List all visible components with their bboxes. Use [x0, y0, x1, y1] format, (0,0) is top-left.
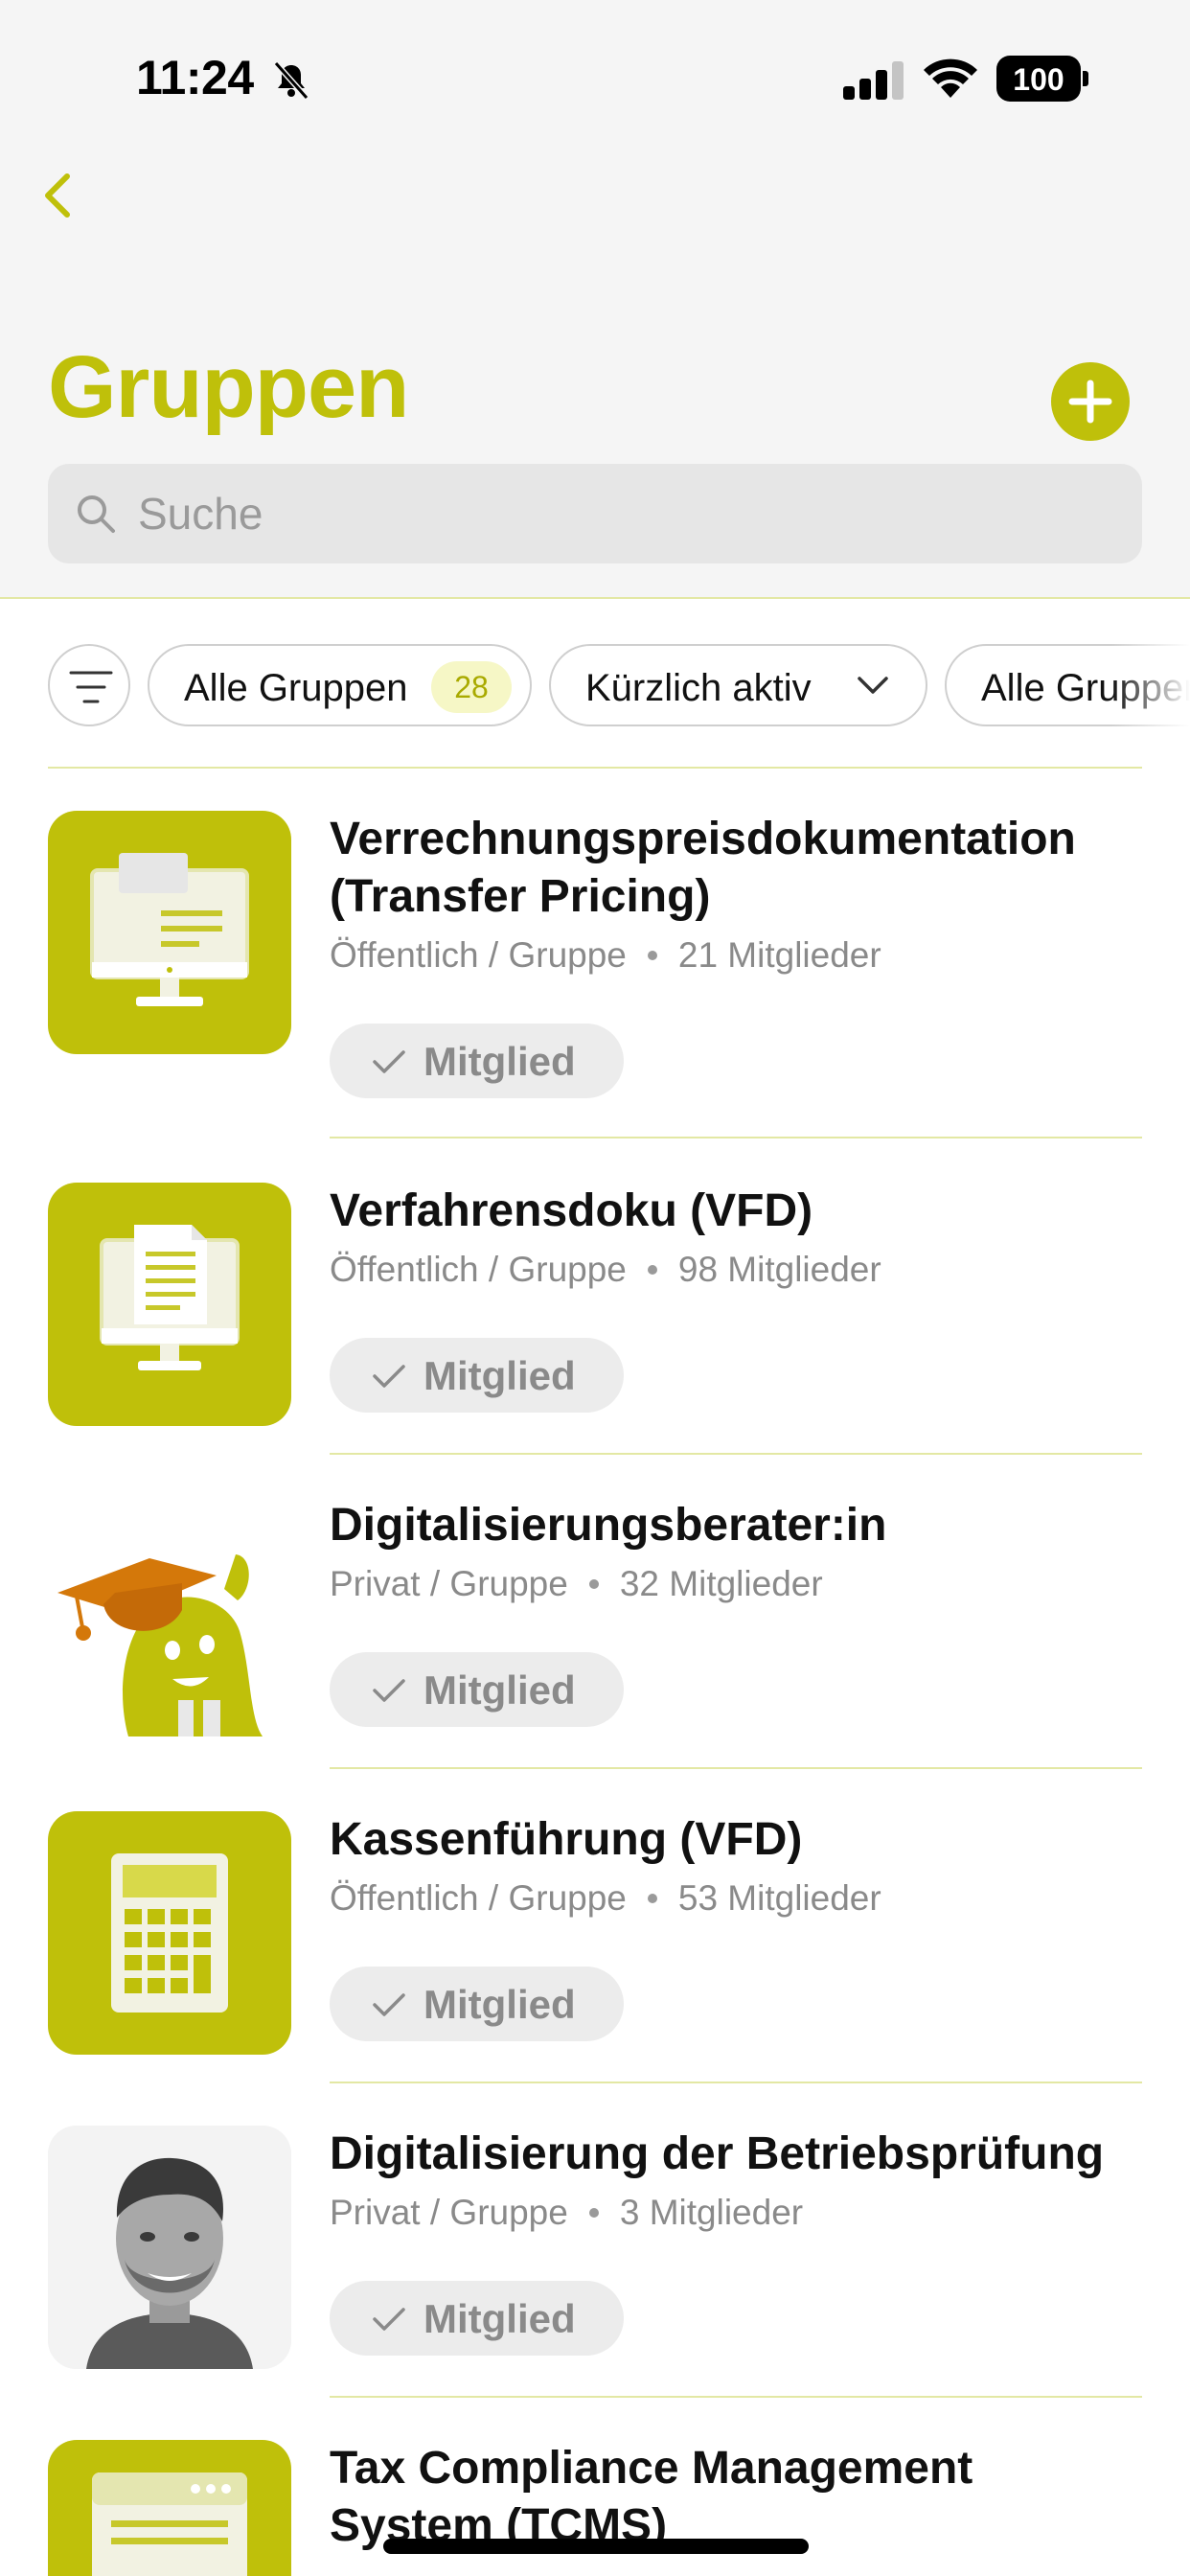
sort-dropdown[interactable]: Kürzlich aktiv — [549, 644, 927, 726]
calculator-icon — [111, 1853, 228, 2012]
group-meta: Öffentlich / Gruppe 53 Mitglieder — [330, 1878, 881, 1919]
filter-button[interactable] — [48, 644, 130, 726]
status-bar: 11:24 100 — [0, 0, 1190, 153]
divider — [330, 1137, 1142, 1138]
person-portrait — [48, 2126, 291, 2369]
add-group-button[interactable] — [1051, 362, 1130, 441]
browser-window-icon — [92, 2472, 247, 2576]
group-list-item[interactable]: Verrechnungspreisdokumentation (Transfer… — [0, 811, 1190, 1138]
filter-bar: Alle Gruppen 28 Kürzlich aktiv Alle Grup… — [0, 642, 1190, 728]
group-meta: Öffentlich / Gruppe 21 Mitglieder — [330, 935, 881, 976]
sort-label: Kürzlich aktiv — [585, 667, 812, 709]
group-list-item[interactable]: Digitalisierungsberater:in Privat / Grup… — [0, 1497, 1190, 1811]
group-list-item[interactable]: Digitalisierung der Betriebsprüfung Priv… — [0, 2126, 1190, 2440]
member-status-button[interactable]: Mitglied — [330, 2281, 624, 2356]
member-status-label: Mitglied — [423, 1668, 576, 1713]
battery-indicator: 100 — [996, 56, 1088, 104]
chevron-down-icon — [858, 677, 888, 694]
divider — [330, 2396, 1142, 2398]
battery-level: 100 — [1013, 62, 1064, 97]
group-avatar[interactable] — [48, 1811, 291, 2055]
filter-chip-label: Alle Gruppen — [184, 667, 408, 709]
plus-icon — [1068, 380, 1112, 424]
group-member-count: 53 Mitglieder — [677, 1878, 881, 1918]
checkmark-icon — [373, 1679, 405, 1702]
cellular-signal-icon — [843, 61, 904, 100]
group-member-count: 32 Mitglieder — [619, 1564, 823, 1603]
group-meta: Öffentlich / Gruppe 98 Mitglieder — [330, 1250, 881, 1290]
member-status-label: Mitglied — [423, 1039, 576, 1084]
group-avatar[interactable] — [48, 1183, 291, 1426]
group-member-count: 98 Mitglieder — [677, 1250, 881, 1289]
bell-muted-icon — [273, 61, 309, 100]
group-meta: Privat / Gruppe 3 Mitglieder — [330, 2193, 803, 2233]
filter-lines-icon — [69, 671, 113, 703]
member-status-button[interactable]: Mitglied — [330, 1338, 624, 1413]
monitor-document-icon — [90, 853, 249, 1006]
member-status-button[interactable]: Mitglied — [330, 1966, 624, 2041]
group-member-count: 3 Mitglieder — [619, 2193, 804, 2232]
search-input[interactable] — [138, 477, 1115, 550]
monitor-file-icon — [100, 1225, 240, 1370]
divider — [330, 1453, 1142, 1455]
group-name[interactable]: Digitalisierungsberater:in — [330, 1497, 1144, 1554]
group-list-item[interactable]: Verfahrensdoku (VFD) Öffentlich / Gruppe… — [0, 1183, 1190, 1497]
status-time: 11:24 — [136, 51, 254, 104]
page-title: Gruppen — [48, 338, 409, 436]
group-list-item[interactable]: Kassenführung (VFD) Öffentlich / Gruppe 5… — [0, 1811, 1190, 2126]
group-visibility: Öffentlich / Gruppe — [330, 935, 627, 975]
group-visibility: Privat / Gruppe — [330, 2193, 568, 2232]
member-status-label: Mitglied — [423, 1353, 576, 1398]
member-status-button[interactable]: Mitglied — [330, 1652, 624, 1727]
wifi-icon — [924, 58, 977, 98]
checkmark-icon — [373, 1993, 405, 2016]
checkmark-icon — [373, 1050, 405, 1073]
group-name[interactable]: Verrechnungspreisdokumentation (Transfer… — [330, 811, 1144, 926]
member-status-button[interactable]: Mitglied — [330, 1024, 624, 1098]
search-bar[interactable] — [48, 464, 1142, 564]
group-count-badge: 28 — [431, 661, 512, 713]
group-name[interactable]: Digitalisierung der Betriebsprüfung — [330, 2126, 1144, 2183]
group-visibility: Privat / Gruppe — [330, 1564, 568, 1603]
divider — [330, 1767, 1142, 1769]
checkmark-icon — [373, 1365, 405, 1388]
group-avatar[interactable] — [48, 2126, 291, 2369]
member-status-label: Mitglied — [423, 2296, 576, 2341]
group-name[interactable]: Kassenführung (VFD) — [330, 1811, 1144, 1869]
group-visibility: Öffentlich / Gruppe — [330, 1878, 627, 1918]
divider — [48, 767, 1142, 769]
group-visibility: Öffentlich / Gruppe — [330, 1250, 627, 1289]
group-avatar[interactable] — [48, 2440, 291, 2576]
group-name[interactable]: Verfahrensdoku (VFD) — [330, 1183, 1144, 1240]
home-indicator — [383, 2539, 809, 2554]
divider — [330, 2082, 1142, 2083]
search-icon — [78, 495, 115, 533]
group-meta: Privat / Gruppe 32 Mitglieder — [330, 1564, 823, 1604]
checkmark-icon — [373, 2308, 405, 2331]
group-avatar[interactable] — [48, 1497, 291, 1740]
member-status-label: Mitglied — [423, 1982, 576, 2027]
back-chevron-icon[interactable] — [38, 169, 77, 222]
group-member-count: 21 Mitglieder — [677, 935, 881, 975]
graduate-mascot-icon — [57, 1554, 263, 1736]
group-list-item[interactable]: Tax Compliance Management System (TCMS) — [0, 2440, 1190, 2576]
group-avatar[interactable] — [48, 811, 291, 1054]
filter-chip-all-groups[interactable]: Alle Gruppen 28 — [148, 644, 532, 726]
group-name[interactable]: Tax Compliance Management System (TCMS) — [330, 2440, 1144, 2555]
